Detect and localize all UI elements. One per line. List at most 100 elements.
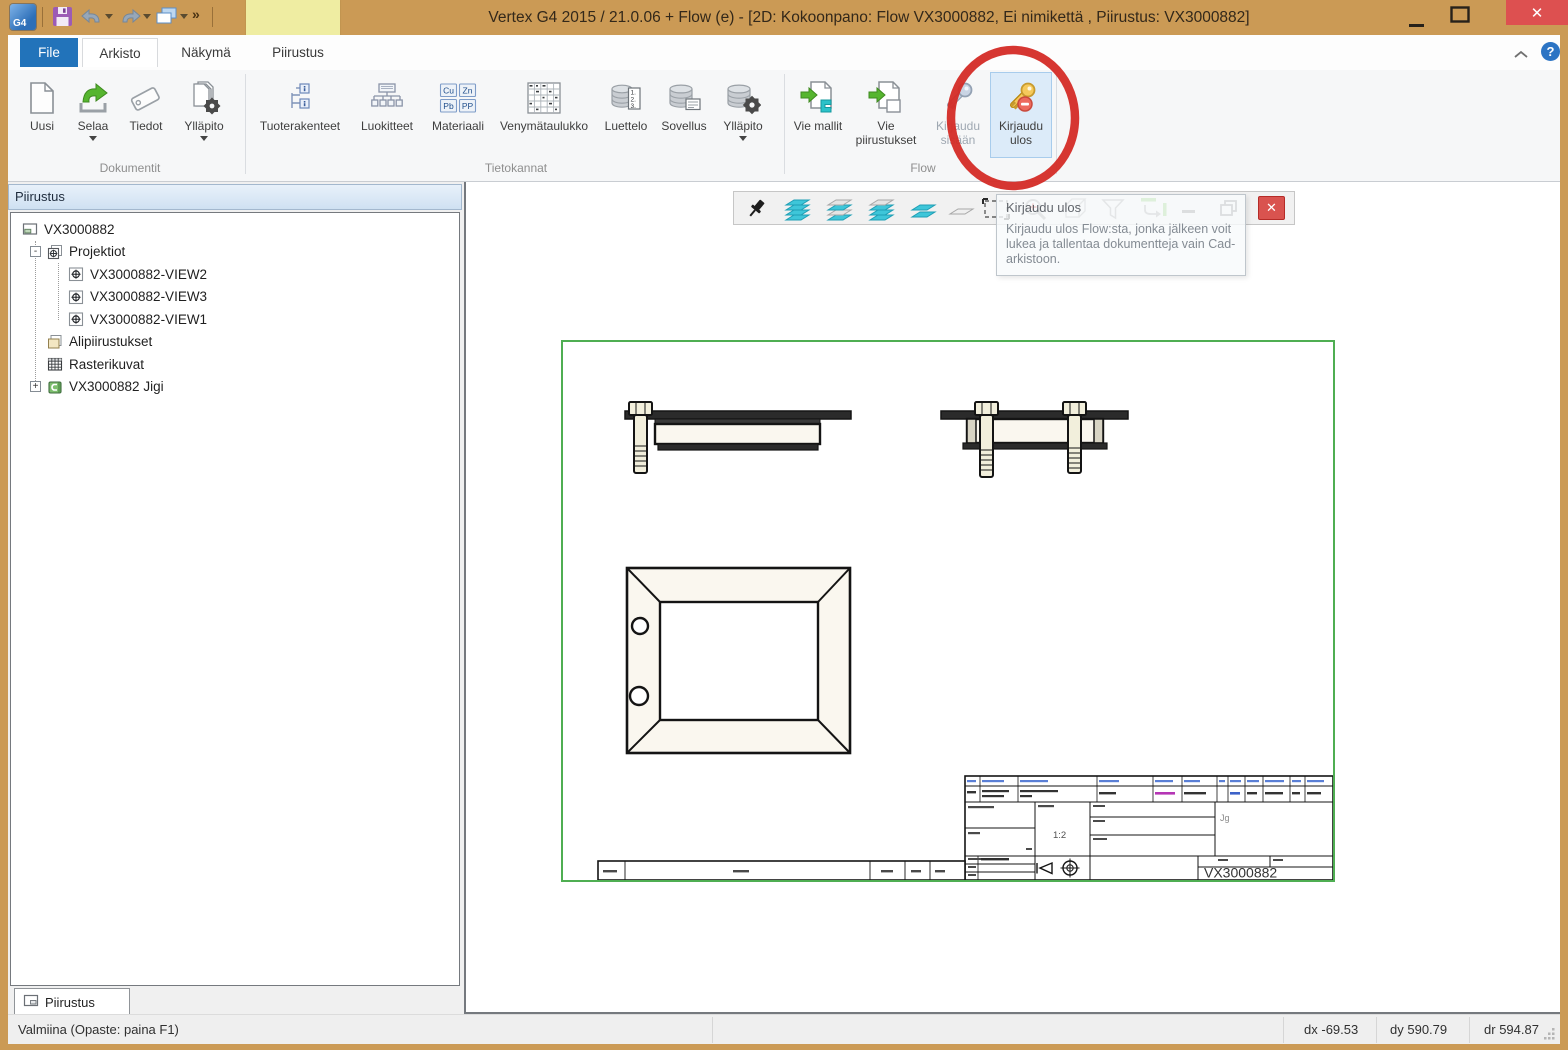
ribbon-group-flow: Vie mallit Vie piirustukset bbox=[790, 70, 1056, 181]
ribbon-button-venymataulukko[interactable]: Venymätaulukko bbox=[490, 72, 598, 158]
title-block-scale: 1:2 bbox=[1053, 830, 1066, 841]
ribbon-button-yllapito-dokumentit[interactable]: Ylläpito bbox=[172, 72, 236, 158]
ribbon-button-luokitteet[interactable]: Luokitteet bbox=[348, 72, 426, 158]
key-login-icon bbox=[940, 76, 976, 120]
ribbon: Uusi Selaa bbox=[8, 70, 1560, 182]
ribbon-button-vie-mallit[interactable]: Vie mallit bbox=[790, 72, 846, 158]
qat-more-button[interactable]: » bbox=[192, 6, 200, 22]
ribbon-button-uusi[interactable]: Uusi bbox=[18, 72, 66, 158]
raster-images-icon bbox=[46, 356, 64, 372]
tab-piirustus[interactable]: Piirustus bbox=[254, 38, 342, 67]
tooltip-kirjaudu-ulos: Kirjaudu ulos Kirjaudu ulos Flow:sta, jo… bbox=[996, 194, 1246, 276]
pin-button[interactable] bbox=[744, 197, 768, 221]
database-application-icon bbox=[666, 76, 702, 120]
maximize-button[interactable] bbox=[1450, 6, 1470, 28]
resize-grip[interactable] bbox=[1544, 1028, 1556, 1040]
help-button[interactable]: ? bbox=[1541, 42, 1560, 61]
caret-down-icon bbox=[105, 14, 113, 19]
drawing-sheet-icon bbox=[21, 221, 39, 237]
ribbon-button-tiedot[interactable]: Tiedot bbox=[120, 72, 172, 158]
layer-single-button[interactable] bbox=[948, 197, 978, 221]
tree-item-view2[interactable]: VX3000882-VIEW2 bbox=[11, 263, 459, 286]
drawing-sheet: Jg 1:2 VX3000882 bbox=[561, 340, 1335, 882]
title-block: Jg 1:2 VX3000882 bbox=[965, 776, 1333, 880]
maximize-icon bbox=[1450, 6, 1470, 23]
ribbon-button-yllapito-tietokannat[interactable]: Ylläpito bbox=[714, 72, 772, 158]
redo-dropdown[interactable] bbox=[143, 14, 151, 19]
status-dr: dr 594.87 bbox=[1484, 1015, 1539, 1044]
ribbon-button-tuoterakenteet[interactable]: Tuoterakenteet bbox=[252, 72, 348, 158]
tree-item-rasterikuvat[interactable]: Rasterikuvat bbox=[11, 353, 459, 376]
status-dx: dx -69.53 bbox=[1304, 1015, 1358, 1044]
redo-button[interactable] bbox=[118, 7, 142, 25]
tree-item-vx3000882[interactable]: VX3000882 bbox=[11, 218, 459, 241]
group-divider bbox=[1056, 74, 1057, 174]
layers-two-button[interactable] bbox=[910, 197, 940, 221]
layer-single-icon bbox=[948, 197, 978, 221]
drawing-sheet-icon bbox=[23, 994, 39, 1011]
tree-item-alipiirustukset[interactable]: Alipiirustukset bbox=[11, 331, 459, 354]
layers-mixed2-button[interactable] bbox=[868, 197, 898, 221]
caret-down-icon bbox=[143, 14, 151, 19]
tree-item-projektiot[interactable]: - Projektiot bbox=[11, 241, 459, 264]
ribbon-button-materiaali[interactable]: Cu Zn Pb PP Materiaali bbox=[426, 72, 490, 158]
undo-icon bbox=[80, 7, 104, 25]
collapse-ribbon-button[interactable] bbox=[1513, 46, 1529, 64]
tab-file[interactable]: File bbox=[20, 38, 78, 67]
minimize-icon bbox=[1408, 23, 1425, 28]
database-gear-icon bbox=[725, 76, 761, 120]
tab-arkisto[interactable]: Arkisto bbox=[82, 38, 158, 67]
app-window: G4 bbox=[0, 0, 1568, 1050]
windows-dropdown[interactable] bbox=[180, 14, 188, 19]
view-icon bbox=[67, 289, 85, 305]
svg-text:PP: PP bbox=[462, 101, 474, 111]
key-logout-icon bbox=[1003, 76, 1039, 120]
tree-item-view3[interactable]: VX3000882-VIEW3 bbox=[11, 286, 459, 309]
ribbon-button-selaa[interactable]: Selaa bbox=[66, 72, 120, 158]
undo-dropdown[interactable] bbox=[105, 14, 113, 19]
tree-item-jigi[interactable]: + VX3000882 Jigi bbox=[11, 376, 459, 399]
statusbar: Valmiina (Opaste: paina F1) dx -69.53 dy… bbox=[8, 1014, 1560, 1044]
ribbon-button-sovellus[interactable]: Sovellus bbox=[654, 72, 714, 158]
layers-two-icon bbox=[910, 197, 940, 221]
drawing-sheet-svg: Jg 1:2 VX3000882 bbox=[563, 342, 1333, 880]
tree-collapse-box[interactable]: - bbox=[30, 246, 41, 257]
database-list-icon: 1. 2. 3. bbox=[609, 76, 643, 120]
save-button[interactable] bbox=[52, 6, 73, 27]
caret-down-icon bbox=[89, 136, 97, 141]
redo-icon bbox=[118, 7, 142, 25]
ribbon-group-tietokannat: Tuoterakenteet bbox=[252, 70, 780, 181]
ribbon-button-vie-piirustukset[interactable]: Vie piirustukset bbox=[846, 72, 926, 158]
new-document-icon bbox=[27, 76, 57, 120]
materials-icon: Cu Zn Pb PP bbox=[439, 76, 477, 120]
undo-button[interactable] bbox=[80, 7, 104, 25]
tree-expand-box[interactable]: + bbox=[30, 381, 41, 392]
subdrawings-icon bbox=[46, 334, 64, 350]
windows-button[interactable] bbox=[155, 7, 178, 26]
close-button[interactable]: ✕ bbox=[1506, 0, 1568, 25]
ribbon-button-kirjaudu-ulos[interactable]: Kirjaudu ulos bbox=[990, 72, 1052, 158]
minimize-button[interactable] bbox=[1408, 15, 1425, 33]
title-block-doc-number: VX3000882 bbox=[1204, 865, 1277, 881]
tree-item-view1[interactable]: VX3000882-VIEW1 bbox=[11, 308, 459, 331]
svg-text:1.: 1. bbox=[631, 90, 637, 97]
drawing-tree: VX3000882 - Projektiot bbox=[10, 212, 460, 986]
sidebar-tab-piirustus[interactable]: Piirustus bbox=[14, 988, 130, 1015]
status-divider bbox=[1283, 1017, 1284, 1043]
toolbar-close-button[interactable]: ✕ bbox=[1258, 196, 1285, 220]
tab-nakyma[interactable]: Näkymä bbox=[162, 38, 250, 67]
layers-all-button[interactable] bbox=[784, 197, 814, 221]
app-logo[interactable]: G4 bbox=[10, 4, 36, 30]
group-label-tietokannat: Tietokannat bbox=[252, 161, 780, 175]
export-drawings-icon bbox=[867, 76, 905, 120]
tag-icon bbox=[128, 76, 164, 120]
ribbon-button-luettelo[interactable]: 1. 2. 3. Luettelo bbox=[598, 72, 654, 158]
projections-icon bbox=[46, 244, 64, 260]
caret-down-icon bbox=[180, 14, 188, 19]
svg-text:Cu: Cu bbox=[443, 85, 454, 95]
app-logo-text: G4 bbox=[13, 18, 26, 29]
export-models-icon bbox=[799, 76, 837, 120]
window-title: Vertex G4 2015 / 21.0.06 + Flow (e) - [2… bbox=[350, 6, 1388, 30]
layers-mixed-button[interactable] bbox=[826, 197, 856, 221]
ribbon-button-kirjaudu-sisaan[interactable]: Kirjaudu sisään bbox=[926, 72, 990, 158]
